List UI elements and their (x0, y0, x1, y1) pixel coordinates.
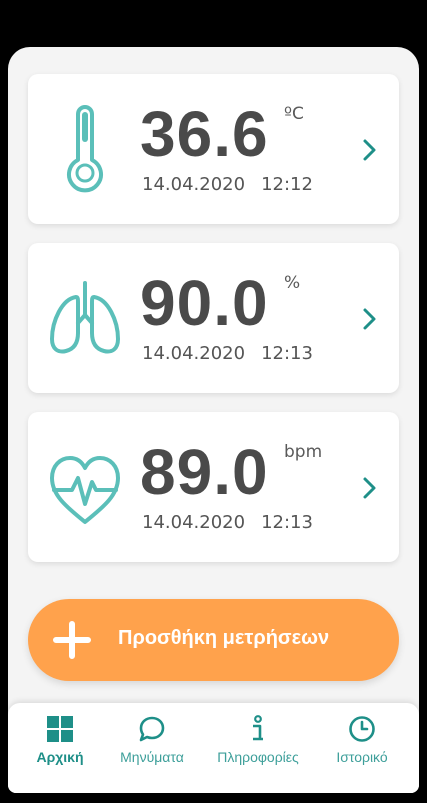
oxygen-card[interactable]: 90.0 % 14.04.2020 12:13 (28, 243, 399, 393)
chat-bubble-icon (139, 716, 165, 742)
heart-rate-value: 89.0 (140, 436, 269, 508)
temperature-unit: ºC (284, 104, 304, 124)
clock-icon (349, 716, 375, 742)
tab-home[interactable]: Αρχική (10, 715, 110, 775)
chevron-right-icon[interactable] (362, 138, 378, 162)
add-measurements-label: Προσθήκη μετρήσεων (118, 627, 330, 649)
tab-info-label: Πληροφορίες (217, 749, 299, 765)
info-icon (253, 715, 263, 741)
heart-rate-unit: bpm (284, 442, 323, 462)
add-measurements-button[interactable]: Προσθήκη μετρήσεων (28, 599, 399, 681)
heart-rate-card[interactable]: 89.0 bpm 14.04.2020 12:13 (28, 412, 399, 562)
temperature-date: 14.04.2020 (142, 174, 246, 195)
bottom-tab-bar: Αρχική Μηνύματα Πληροφορίες Ιστορικό (8, 703, 419, 793)
thermometer-icon (67, 105, 103, 193)
lungs-icon (50, 281, 120, 354)
heart-rate-icon (50, 456, 120, 524)
oxygen-value: 90.0 (140, 267, 269, 339)
temperature-card[interactable]: 36.6 ºC 14.04.2020 12:12 (28, 74, 399, 224)
temperature-value: 36.6 (140, 98, 269, 170)
heart-rate-date: 14.04.2020 (142, 512, 246, 533)
heart-rate-datetime: 14.04.2020 12:13 (142, 512, 313, 533)
oxygen-date: 14.04.2020 (142, 343, 246, 364)
oxygen-time: 12:13 (261, 343, 313, 364)
heart-rate-time: 12:13 (261, 512, 313, 533)
oxygen-unit: % (284, 273, 301, 293)
tab-messages-label: Μηνύματα (120, 749, 184, 765)
plus-icon (53, 621, 91, 659)
chevron-right-icon[interactable] (362, 476, 378, 500)
temperature-datetime: 14.04.2020 12:12 (142, 174, 313, 195)
tab-history-label: Ιστορικό (336, 749, 388, 765)
oxygen-datetime: 14.04.2020 12:13 (142, 343, 313, 364)
tab-home-label: Αρχική (36, 749, 84, 765)
tab-info[interactable]: Πληροφορίες (208, 715, 308, 775)
chevron-right-icon[interactable] (362, 307, 378, 331)
tab-messages[interactable]: Μηνύματα (102, 715, 202, 775)
app-screen: 36.6 ºC 14.04.2020 12:12 90.0 % 14.04.202… (8, 47, 419, 793)
temperature-time: 12:12 (261, 174, 313, 195)
tab-history[interactable]: Ιστορικό (312, 715, 412, 775)
grid-icon (47, 716, 73, 742)
